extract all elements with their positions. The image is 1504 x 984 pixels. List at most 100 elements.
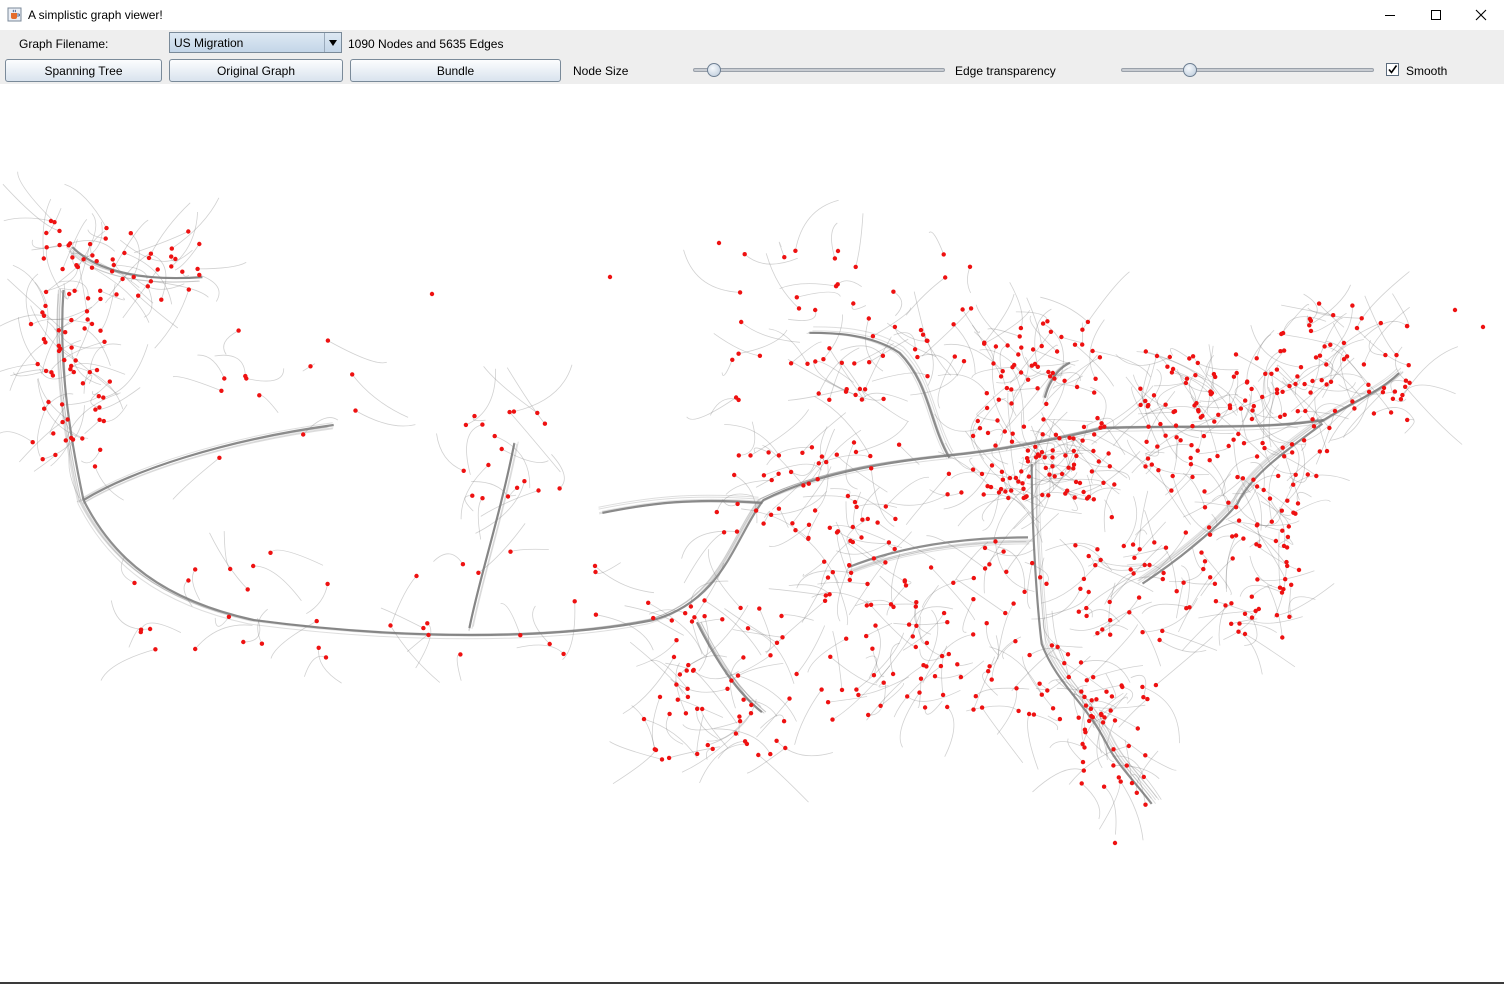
graph-node[interactable] (839, 687, 845, 693)
graph-node[interactable] (852, 361, 857, 366)
graph-node[interactable] (1216, 412, 1221, 417)
graph-node[interactable] (737, 290, 743, 295)
graph-node[interactable] (975, 418, 980, 424)
graph-node[interactable] (1142, 562, 1147, 568)
graph-canvas[interactable] (0, 84, 1504, 982)
graph-node[interactable] (832, 256, 838, 261)
graph-node[interactable] (1101, 480, 1106, 485)
graph-node[interactable] (1141, 695, 1146, 700)
graph-node[interactable] (511, 409, 517, 414)
graph-node[interactable] (891, 289, 896, 294)
graph-node[interactable] (1158, 421, 1163, 427)
graph-node[interactable] (72, 288, 77, 293)
graph-node[interactable] (1018, 370, 1024, 375)
graph-node[interactable] (850, 539, 855, 545)
graph-node[interactable] (1305, 472, 1311, 477)
graph-node[interactable] (941, 610, 947, 616)
graph-node[interactable] (522, 479, 527, 484)
graph-node[interactable] (44, 245, 49, 250)
graph-node[interactable] (1190, 474, 1195, 480)
graph-node[interactable] (46, 399, 51, 405)
graph-node[interactable] (903, 583, 909, 588)
graph-node[interactable] (1344, 354, 1350, 359)
graph-node[interactable] (830, 717, 835, 722)
graph-node[interactable] (1231, 437, 1236, 442)
graph-node[interactable] (1038, 575, 1043, 580)
graph-node[interactable] (68, 367, 73, 372)
graph-node[interactable] (1059, 471, 1065, 477)
graph-node[interactable] (57, 228, 62, 234)
graph-node[interactable] (122, 250, 127, 256)
graph-node[interactable] (44, 230, 49, 236)
graph-node[interactable] (1001, 549, 1006, 554)
graph-node[interactable] (1021, 486, 1026, 491)
graph-node[interactable] (98, 296, 103, 302)
graph-node[interactable] (844, 387, 849, 392)
graph-node[interactable] (761, 473, 767, 478)
graph-node[interactable] (1059, 334, 1064, 340)
graph-node[interactable] (1143, 398, 1148, 404)
graph-node[interactable] (753, 508, 759, 513)
graph-node[interactable] (971, 707, 976, 712)
graph-node[interactable] (1285, 563, 1290, 569)
graph-node[interactable] (739, 319, 744, 325)
graph-node[interactable] (1341, 340, 1347, 346)
graph-node[interactable] (780, 635, 785, 640)
graph-node[interactable] (243, 373, 248, 379)
graph-node[interactable] (1062, 378, 1067, 383)
graph-node[interactable] (1231, 374, 1237, 379)
graph-node[interactable] (993, 539, 998, 544)
graph-node[interactable] (1106, 451, 1111, 456)
graph-node[interactable] (1004, 569, 1009, 574)
graph-node[interactable] (1025, 448, 1031, 453)
graph-node[interactable] (1094, 697, 1099, 702)
graph-node[interactable] (1000, 369, 1005, 374)
graph-node[interactable] (1026, 711, 1032, 717)
graph-node[interactable] (870, 334, 876, 339)
bundle-button[interactable]: Bundle (350, 59, 561, 82)
graph-node[interactable] (745, 626, 751, 631)
graph-node[interactable] (941, 252, 946, 257)
graph-node[interactable] (1089, 698, 1094, 703)
graph-node[interactable] (1112, 718, 1118, 723)
graph-node[interactable] (748, 453, 753, 458)
graph-node[interactable] (1112, 482, 1117, 487)
graph-node[interactable] (918, 327, 924, 333)
graph-node[interactable] (945, 492, 950, 497)
graph-node[interactable] (733, 731, 739, 736)
graph-node[interactable] (60, 419, 65, 425)
graph-node[interactable] (1249, 386, 1254, 392)
graph-node[interactable] (75, 264, 80, 269)
graph-node[interactable] (1016, 479, 1021, 484)
graph-node[interactable] (1405, 417, 1410, 423)
graph-node[interactable] (1101, 784, 1107, 789)
graph-node[interactable] (998, 374, 1004, 379)
graph-node[interactable] (1098, 557, 1103, 563)
graph-node[interactable] (1054, 349, 1060, 354)
graph-node[interactable] (421, 625, 426, 631)
graph-node[interactable] (1298, 365, 1304, 370)
graph-node[interactable] (1240, 476, 1246, 481)
graph-node[interactable] (850, 524, 855, 530)
graph-node[interactable] (1111, 763, 1116, 768)
graph-node[interactable] (998, 486, 1004, 492)
graph-node[interactable] (1165, 364, 1170, 369)
graph-node[interactable] (827, 592, 832, 597)
graph-node[interactable] (1121, 543, 1127, 549)
graph-node[interactable] (1290, 450, 1295, 455)
graph-node[interactable] (1144, 439, 1149, 444)
graph-node[interactable] (960, 307, 965, 312)
graph-node[interactable] (1080, 327, 1085, 332)
graph-node[interactable] (1046, 369, 1051, 375)
graph-node[interactable] (691, 667, 696, 673)
graph-node[interactable] (851, 301, 856, 306)
graph-node[interactable] (492, 433, 497, 439)
graph-node[interactable] (867, 360, 872, 365)
graph-node[interactable] (1067, 435, 1072, 440)
graph-node[interactable] (939, 653, 945, 659)
graph-node[interactable] (1010, 365, 1015, 370)
graph-node[interactable] (1083, 703, 1089, 708)
graph-node[interactable] (1322, 344, 1327, 349)
graph-node[interactable] (685, 694, 691, 700)
graph-node[interactable] (1206, 525, 1212, 530)
